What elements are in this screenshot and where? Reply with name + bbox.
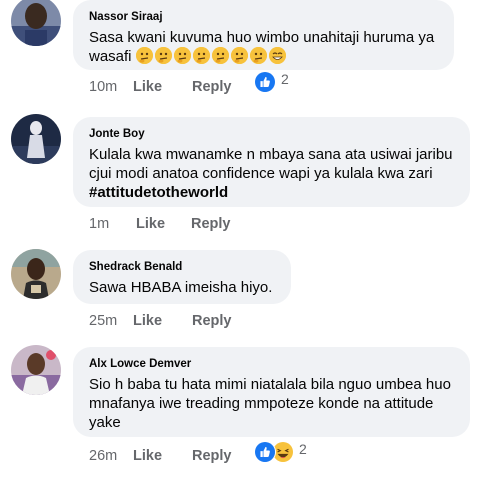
comment-timestamp[interactable]: 25m	[89, 313, 133, 329]
comment-author[interactable]: Alx Lowce Demver	[89, 357, 456, 371]
comment-actions: 10m Like Reply	[89, 77, 232, 97]
comment-text: Sio h baba tu hata mimi niatalala bila n…	[89, 376, 451, 431]
avatar[interactable]	[11, 345, 61, 395]
reaction-summary[interactable]: 2	[254, 71, 289, 93]
comment-bubble: Shedrack Benald Sawa HBABA imeisha hiyo.	[73, 250, 291, 304]
thinking-face-emoji	[154, 47, 172, 64]
comment-text: Sasa kwani kuvuma huo wimbo unahitaji hu…	[89, 28, 440, 66]
comment-timestamp[interactable]: 10m	[89, 79, 133, 95]
comment-text: Kulala kwa mwanamke n mbaya sana ata usi…	[89, 145, 456, 202]
grinning-face-emoji	[268, 47, 286, 64]
comment-timestamp[interactable]: 1m	[89, 216, 136, 232]
reaction-summary[interactable]: 2	[254, 441, 307, 463]
avatar[interactable]	[11, 0, 61, 46]
comment-actions: 26m Like Reply	[89, 446, 232, 466]
reply-button[interactable]: Reply	[192, 313, 232, 329]
avatar[interactable]	[11, 249, 61, 299]
reaction-count: 2	[281, 71, 289, 87]
thinking-face-emoji	[230, 47, 248, 64]
avatar[interactable]	[11, 114, 61, 164]
reply-button[interactable]: Reply	[192, 79, 232, 95]
like-reaction-icon	[254, 441, 276, 463]
reaction-count: 2	[299, 441, 307, 457]
comment-text: Sawa HBABA imeisha hiyo.	[89, 279, 273, 296]
hashtag-link[interactable]: #attitudetotheworld	[89, 184, 228, 201]
like-button[interactable]: Like	[133, 448, 192, 464]
thinking-face-emoji	[135, 47, 153, 64]
comment-body: Kulala kwa mwanamke n mbaya sana ata usi…	[89, 146, 453, 182]
comment-actions: 25m Like Reply	[89, 311, 232, 331]
comment-author[interactable]: Nassor Siraaj	[89, 10, 440, 24]
thinking-face-emoji	[173, 47, 191, 64]
thinking-face-emoji	[211, 47, 229, 64]
comment-timestamp[interactable]: 26m	[89, 448, 133, 464]
comment-bubble: Jonte Boy Kulala kwa mwanamke n mbaya sa…	[73, 117, 470, 207]
reply-button[interactable]: Reply	[191, 216, 231, 232]
like-button[interactable]: Like	[133, 79, 192, 95]
comment-bubble: Nassor Siraaj Sasa kwani kuvuma huo wimb…	[73, 0, 454, 70]
like-button[interactable]: Like	[136, 216, 191, 232]
comment-bubble: Alx Lowce Demver Sio h baba tu hata mimi…	[73, 347, 470, 437]
like-reaction-icon	[254, 71, 276, 93]
comment-actions: 1m Like Reply	[89, 214, 231, 234]
comment-author[interactable]: Jonte Boy	[89, 127, 456, 141]
reply-button[interactable]: Reply	[192, 448, 232, 464]
like-button[interactable]: Like	[133, 313, 192, 329]
thinking-face-emoji	[249, 47, 267, 64]
thinking-face-emoji	[192, 47, 210, 64]
comment-author[interactable]: Shedrack Benald	[89, 260, 277, 274]
emoji-row	[135, 47, 288, 65]
